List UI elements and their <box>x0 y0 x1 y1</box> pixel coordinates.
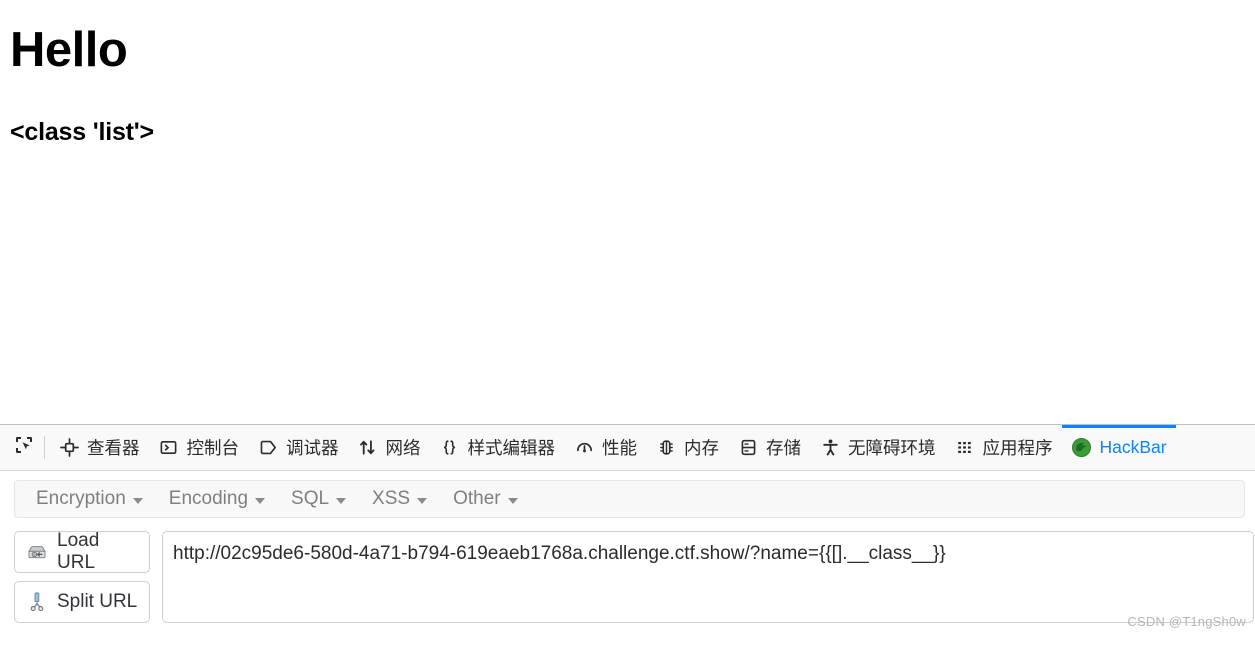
page-subtitle: <class 'list'> <box>10 118 154 146</box>
tab-label: 样式编辑器 <box>467 438 556 458</box>
chevron-down-icon <box>507 497 518 504</box>
toolbar-separator <box>44 436 45 459</box>
chevron-down-icon <box>132 497 143 504</box>
load-url-disk-icon <box>25 540 49 564</box>
chevron-down-icon <box>336 497 347 504</box>
tab-inspector[interactable]: 查看器 <box>49 425 149 470</box>
menu-encryption[interactable]: Encryption <box>25 484 154 514</box>
chevron-down-icon <box>255 497 266 504</box>
chevron-down-icon <box>417 497 428 504</box>
tab-label: 调试器 <box>286 438 339 458</box>
tab-label: 无障碍环境 <box>848 438 936 458</box>
inspector-icon <box>58 437 80 459</box>
page-title: Hello <box>10 23 128 77</box>
hackbar-action-buttons: Load URL Split URL <box>14 530 150 623</box>
tab-storage[interactable]: 存储 <box>728 425 810 470</box>
accessibility-icon <box>819 437 841 459</box>
tab-network[interactable]: 网络 <box>348 425 430 470</box>
tab-application[interactable]: 应用程序 <box>945 425 1062 470</box>
menu-other[interactable]: Other <box>442 484 529 514</box>
style-editor-icon <box>439 437 461 459</box>
tab-label: 控制台 <box>186 438 240 458</box>
menu-label: Encryption <box>36 488 126 509</box>
hackbar-body: Load URL Split URL <box>0 518 1255 623</box>
network-icon <box>357 437 379 459</box>
debugger-icon <box>257 437 279 459</box>
tab-hackbar[interactable]: HackBar <box>1061 425 1176 470</box>
tab-label: 查看器 <box>87 438 140 458</box>
application-grid-icon <box>954 437 976 459</box>
menu-encoding[interactable]: Encoding <box>158 484 276 514</box>
storage-icon <box>737 437 759 459</box>
tab-label: 网络 <box>385 438 421 458</box>
tab-label: 内存 <box>684 438 719 458</box>
menu-label: Other <box>453 488 501 509</box>
devtools-panel: 查看器 控制台 调试器 网络 样式编辑器 性能 内存 存储 无障碍环境 应用程序… <box>0 424 1255 645</box>
element-picker-button[interactable] <box>4 425 44 470</box>
menu-label: SQL <box>291 488 330 509</box>
menu-label: XSS <box>372 488 411 509</box>
tab-style-editor[interactable]: 样式编辑器 <box>430 425 565 470</box>
tab-console[interactable]: 控制台 <box>149 425 249 470</box>
split-url-scissors-icon <box>25 590 49 614</box>
page-content-area: Hello <class 'list'> <box>0 0 1255 424</box>
hackbar-panel: Encryption Encoding SQL XSS Other Load U… <box>0 471 1255 645</box>
tab-memory[interactable]: 内存 <box>646 425 728 470</box>
menu-sql[interactable]: SQL <box>280 484 357 514</box>
hackbar-url-field-wrapper <box>162 531 1255 623</box>
console-icon <box>158 437 180 459</box>
url-input[interactable] <box>162 531 1254 623</box>
menu-xss[interactable]: XSS <box>361 484 438 514</box>
button-label: Load URL <box>57 530 100 573</box>
split-url-button[interactable]: Split URL <box>14 581 150 623</box>
menu-label: Encoding <box>168 488 249 509</box>
tab-performance[interactable]: 性能 <box>564 425 646 470</box>
devtools-tabbar: 查看器 控制台 调试器 网络 样式编辑器 性能 内存 存储 无障碍环境 应用程序… <box>0 425 1255 471</box>
hackbar-logo-icon <box>1071 437 1093 459</box>
tab-label: 存储 <box>766 438 801 458</box>
performance-icon <box>573 437 595 459</box>
hackbar-menubar: Encryption Encoding SQL XSS Other <box>14 480 1245 518</box>
tab-accessibility[interactable]: 无障碍环境 <box>810 425 945 470</box>
element-picker-icon <box>13 434 35 461</box>
tab-label: 应用程序 <box>982 438 1053 458</box>
memory-icon <box>655 437 677 459</box>
tab-label: 性能 <box>602 438 637 458</box>
button-label: Split URL <box>57 591 138 612</box>
tab-label: HackBar <box>1099 437 1167 457</box>
tab-debugger[interactable]: 调试器 <box>248 425 348 470</box>
load-url-button[interactable]: Load URL <box>14 530 150 573</box>
